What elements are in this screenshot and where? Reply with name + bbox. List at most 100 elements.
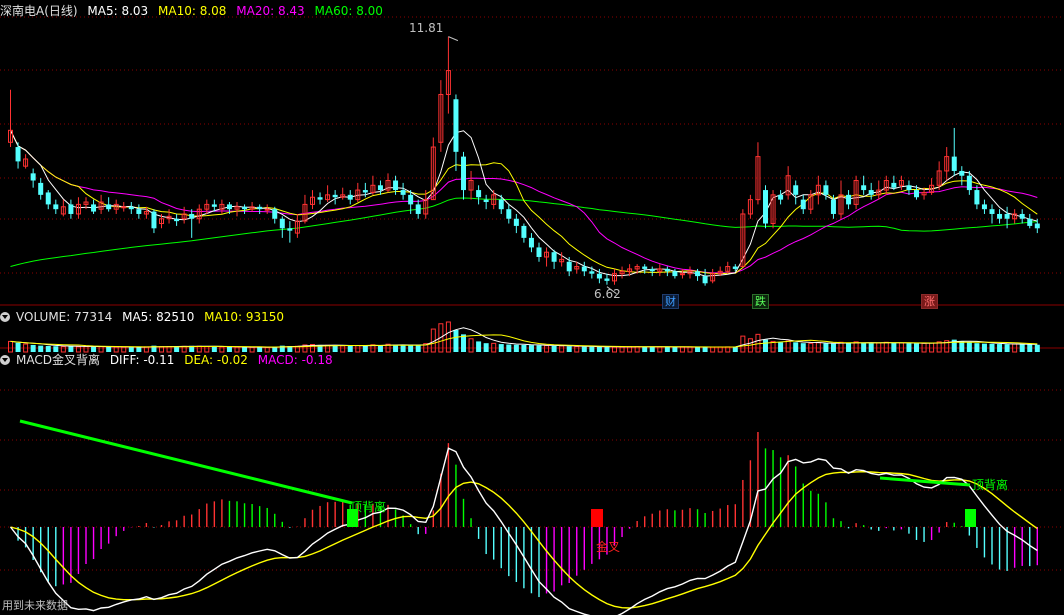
volume-ma5-label: MA5: 82510 bbox=[122, 310, 195, 324]
volume-bar bbox=[566, 346, 572, 352]
volume-bar bbox=[997, 344, 1003, 352]
volume-bar bbox=[468, 338, 474, 353]
volume-header: VOLUME: 77314 MA5: 82510 MA10: 93150 bbox=[0, 309, 290, 325]
kline-title[interactable]: 深南电A(日线) bbox=[0, 4, 78, 18]
candle-body bbox=[257, 206, 263, 210]
volume-bar bbox=[362, 345, 368, 352]
volume-bar bbox=[415, 345, 421, 352]
candle-body bbox=[1027, 218, 1033, 226]
volume-dropdown-icon[interactable] bbox=[0, 312, 10, 322]
candle-body bbox=[400, 190, 406, 195]
volume-bar bbox=[634, 346, 640, 353]
candle-body bbox=[672, 271, 678, 277]
volume-bar bbox=[30, 344, 36, 352]
candle-body bbox=[279, 218, 285, 229]
volume-bar bbox=[15, 342, 21, 352]
macd-title[interactable]: MACD金叉背离 bbox=[16, 353, 100, 367]
volume-bar bbox=[732, 346, 738, 352]
volume-bar bbox=[536, 345, 542, 352]
volume-bar bbox=[551, 345, 557, 352]
macd-dropdown-icon[interactable] bbox=[0, 355, 10, 365]
candle-body bbox=[408, 194, 414, 205]
diff-label: DIFF: -0.11 bbox=[109, 353, 175, 367]
golden-cross-signal-box bbox=[591, 509, 603, 527]
volume-bar bbox=[815, 342, 821, 353]
volume-bar bbox=[906, 343, 912, 352]
candle-body bbox=[914, 190, 919, 198]
tag-die[interactable]: 跌 bbox=[752, 294, 769, 309]
candle-body bbox=[800, 199, 806, 210]
candle-body bbox=[377, 185, 383, 191]
volume-bar bbox=[793, 342, 799, 352]
volume-bar bbox=[664, 346, 670, 352]
candle-body bbox=[679, 273, 685, 276]
candle-body bbox=[38, 182, 44, 195]
volume-bar bbox=[868, 343, 874, 352]
volume-bar bbox=[513, 344, 519, 352]
candle-body bbox=[332, 194, 338, 198]
volume-bar bbox=[974, 343, 980, 352]
volume-bar bbox=[959, 341, 965, 352]
volume-bar bbox=[891, 342, 897, 352]
candle-body bbox=[793, 185, 799, 195]
candle-body bbox=[642, 266, 648, 269]
volume-bar bbox=[672, 347, 678, 352]
candle-body bbox=[242, 206, 248, 210]
volume-bar bbox=[528, 345, 534, 352]
candle-body bbox=[483, 199, 489, 203]
volume-title[interactable]: VOLUME: 77314 bbox=[16, 310, 112, 324]
candle-body bbox=[830, 199, 836, 214]
volume-bar bbox=[574, 345, 580, 353]
volume-bar bbox=[763, 339, 768, 352]
candle-body bbox=[317, 197, 323, 200]
candle-body bbox=[513, 218, 519, 226]
top-divergence-label-1: 顶背离 bbox=[350, 500, 387, 514]
candle-body bbox=[45, 192, 51, 205]
candle-body bbox=[189, 213, 195, 219]
candle-body bbox=[415, 204, 421, 214]
candle-body bbox=[506, 209, 512, 219]
candle-body bbox=[763, 190, 768, 224]
candles bbox=[8, 36, 1040, 286]
candle-body bbox=[106, 204, 112, 210]
volume-bar bbox=[846, 343, 852, 352]
candle-body bbox=[174, 218, 180, 222]
candle-body bbox=[521, 225, 527, 238]
tag-zhang[interactable]: 涨 bbox=[921, 294, 938, 309]
volume-bar bbox=[596, 346, 602, 352]
candle-body bbox=[891, 182, 897, 188]
volume-bar bbox=[778, 342, 784, 352]
candle-body bbox=[1004, 213, 1010, 219]
volume-bar bbox=[785, 340, 791, 353]
candle-body bbox=[702, 276, 708, 284]
volume-bar bbox=[702, 347, 708, 352]
volume-bar bbox=[800, 343, 806, 352]
candle-body bbox=[596, 273, 602, 279]
candle-body bbox=[959, 170, 965, 176]
candle-body bbox=[589, 271, 595, 274]
volume-bar bbox=[408, 345, 414, 352]
ma10-line bbox=[10, 130, 1038, 275]
volume-bar bbox=[1034, 344, 1040, 352]
candle-body bbox=[974, 190, 980, 205]
volume-bar bbox=[1019, 344, 1025, 352]
candle-body bbox=[989, 209, 995, 214]
candle-body bbox=[649, 268, 655, 272]
volume-bar bbox=[506, 344, 512, 352]
macd-header: MACD金叉背离 DIFF: -0.11 DEA: -0.02 MACD: -0… bbox=[0, 352, 339, 368]
candle-body bbox=[868, 190, 874, 195]
volume-bar bbox=[589, 346, 595, 352]
candle-body bbox=[287, 228, 293, 231]
candle-body bbox=[91, 204, 97, 212]
candle-body bbox=[861, 185, 867, 191]
volume-bar bbox=[838, 341, 844, 353]
candle-body bbox=[151, 211, 157, 229]
tag-cai[interactable]: 财 bbox=[662, 294, 679, 309]
volume-ma-path bbox=[10, 327, 1038, 348]
volume-bar bbox=[400, 345, 406, 352]
volume-bar bbox=[559, 345, 565, 353]
candle-body bbox=[1034, 223, 1040, 229]
volume-bar bbox=[581, 346, 587, 352]
candle-body bbox=[906, 185, 912, 191]
volume-bar bbox=[695, 347, 701, 352]
